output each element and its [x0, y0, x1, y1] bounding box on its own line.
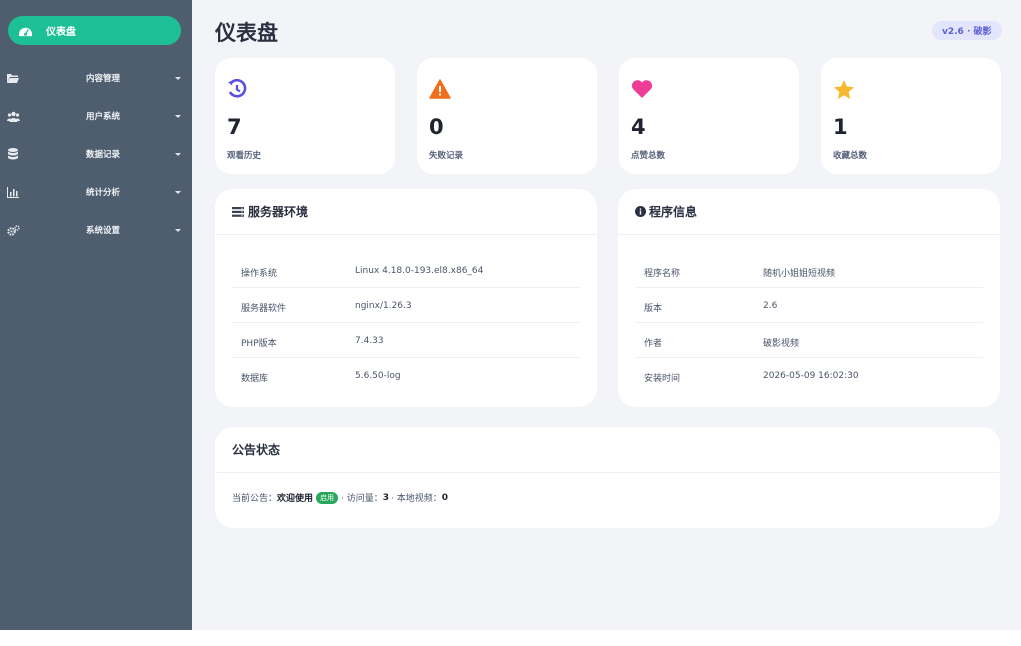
row-value: 破影视频 — [763, 339, 800, 349]
stat-label: 点赞总数 — [631, 151, 666, 161]
sidebar-item-label: 数据记录 — [86, 150, 121, 160]
star-icon — [833, 79, 855, 101]
sidebar-item-content[interactable]: 内容管理 — [0, 66, 192, 90]
sidebar-item-users[interactable]: 用户系统 — [0, 104, 192, 128]
row-value: 7.4.33 — [355, 336, 384, 346]
main-content: 仪表盘 v2.6 · 破影 7 观看历史 0 失败记录 4 点赞总数 1 收藏总… — [192, 0, 1021, 630]
table-row: 操作系统 Linux 4.18.0-193.el8.x86_64 — [232, 253, 580, 288]
row-value: 2.6 — [763, 301, 778, 311]
stat-label: 失败记录 — [429, 151, 464, 161]
row-key: 程序名称 — [644, 269, 681, 279]
chevron-down-icon — [175, 228, 181, 232]
row-value: Linux 4.18.0-193.el8.x86_64 — [355, 266, 484, 276]
sidebar-item-label: 统计分析 — [86, 188, 121, 198]
bar-chart-icon — [6, 185, 20, 199]
table-row: PHP版本 7.4.33 — [232, 323, 580, 358]
info-circle-icon — [635, 206, 646, 217]
card-header: 公告状态 — [215, 427, 1000, 473]
stat-card-history: 7 观看历史 — [215, 58, 395, 174]
table-row: 数据库 5.6.50-log — [232, 358, 580, 393]
program-info-card: 程序信息 程序名称 随机小姐姐短视频 版本 2.6 作者 破影视频 安装时间 2… — [618, 189, 1000, 407]
table-row: 作者 破影视频 — [635, 323, 983, 358]
sidebar-item-dashboard[interactable]: 仪表盘 — [8, 16, 181, 45]
row-key: PHP版本 — [241, 339, 277, 349]
card-title: 程序信息 — [635, 203, 697, 220]
chevron-down-icon — [175, 76, 181, 80]
stat-value: 4 — [631, 115, 646, 139]
stat-card-failures: 0 失败记录 — [417, 58, 597, 174]
row-value: nginx/1.26.3 — [355, 301, 412, 311]
app-window: 仪表盘 内容管理 用户系统 数据记录 统计分析 系统设置 仪表盘 v2.6 · … — [0, 0, 1021, 630]
sidebar-item-label: 内容管理 — [86, 74, 121, 84]
row-key: 数据库 — [241, 374, 269, 384]
card-title: 服务器环境 — [232, 203, 308, 220]
sidebar-item-data[interactable]: 数据记录 — [0, 142, 192, 166]
sidebar-item-label: 系统设置 — [86, 226, 121, 236]
sidebar-item-label: 用户系统 — [86, 112, 121, 122]
notice-current-label: 当前公告： — [232, 494, 278, 504]
notice-local-videos-label: · 本地视频： — [391, 494, 442, 504]
table-row: 版本 2.6 — [635, 288, 983, 323]
sidebar: 仪表盘 内容管理 用户系统 数据记录 统计分析 系统设置 — [0, 0, 192, 630]
stat-label: 观看历史 — [227, 151, 262, 161]
row-key: 服务器软件 — [241, 304, 287, 314]
cogs-icon — [6, 223, 20, 237]
row-value: 5.6.50-log — [355, 371, 401, 381]
sidebar-item-analytics[interactable]: 统计分析 — [0, 180, 192, 204]
card-header: 服务器环境 — [215, 189, 597, 235]
stat-value: 0 — [429, 115, 444, 139]
users-icon — [6, 109, 20, 123]
server-info-card: 服务器环境 操作系统 Linux 4.18.0-193.el8.x86_64 服… — [215, 189, 597, 407]
notice-visits-value: 3 — [382, 492, 390, 503]
server-icon — [232, 206, 244, 217]
table-row: 安装时间 2026-05-09 16:02:30 — [635, 358, 983, 393]
folder-open-icon — [6, 71, 20, 85]
heart-icon — [631, 79, 653, 101]
dashboard-icon — [17, 23, 33, 39]
page-title: 仪表盘 — [215, 21, 278, 45]
row-key: 操作系统 — [241, 269, 278, 279]
sidebar-item-label: 仪表盘 — [46, 27, 76, 38]
database-icon — [6, 147, 20, 161]
stat-value: 7 — [227, 115, 242, 139]
notice-local-videos-value: 0 — [441, 492, 449, 503]
program-card-title: 程序信息 — [649, 205, 698, 219]
status-badge: 启用 — [316, 491, 339, 504]
server-card-title: 服务器环境 — [248, 205, 309, 219]
warning-icon — [429, 79, 451, 101]
notice-card: 公告状态 当前公告： 欢迎使用 启用 · 访问量： 3 · 本地视频： 0 — [215, 427, 1000, 528]
row-key: 作者 — [644, 339, 663, 349]
table-row: 程序名称 随机小姐姐短视频 — [635, 253, 983, 288]
stat-card-favorites: 1 收藏总数 — [821, 58, 1001, 174]
table-row: 服务器软件 nginx/1.26.3 — [232, 288, 580, 323]
history-icon — [227, 78, 249, 101]
row-value: 2026-05-09 16:02:30 — [763, 371, 859, 381]
notice-summary: 当前公告： 欢迎使用 启用 · 访问量： 3 · 本地视频： 0 — [232, 491, 448, 504]
stat-label: 收藏总数 — [833, 151, 868, 161]
notice-current-value: 欢迎使用 — [277, 494, 314, 504]
notice-card-title: 公告状态 — [232, 443, 281, 457]
version-badge: v2.6 · 破影 — [932, 21, 1002, 40]
stat-card-likes: 4 点赞总数 — [619, 58, 799, 174]
card-header: 程序信息 — [618, 189, 1000, 235]
row-key: 版本 — [644, 304, 663, 314]
chevron-down-icon — [175, 114, 181, 118]
notice-visits-label: · 访问量： — [341, 494, 383, 504]
stat-value: 1 — [833, 115, 848, 139]
chevron-down-icon — [175, 190, 181, 194]
row-value: 随机小姐姐短视频 — [763, 269, 836, 279]
row-key: 安装时间 — [644, 374, 681, 384]
chevron-down-icon — [175, 152, 181, 156]
sidebar-item-settings[interactable]: 系统设置 — [0, 218, 192, 242]
